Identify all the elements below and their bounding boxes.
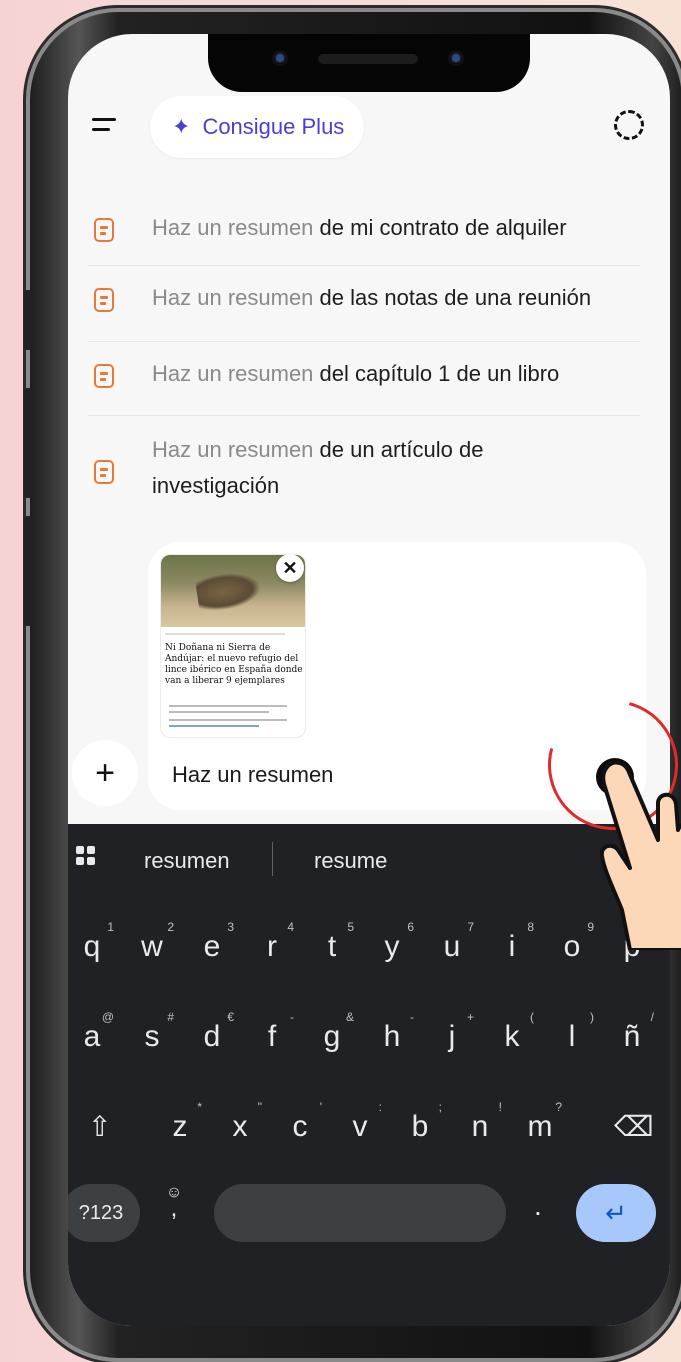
enter-key-icon[interactable]: ↵: [576, 1184, 656, 1242]
key-x[interactable]: x ": [216, 1100, 264, 1144]
suggestion-prefix: Haz un resumen: [152, 361, 314, 386]
volume-down-button: [24, 516, 32, 626]
suggestion-item[interactable]: Haz un resumen de un artículo de investi…: [88, 416, 640, 526]
key-e[interactable]: e3: [188, 920, 236, 964]
menu-icon[interactable]: [82, 104, 126, 148]
key-t[interactable]: t5: [308, 920, 356, 964]
suggestion-item[interactable]: Haz un resumen de mi contrato de alquile…: [88, 202, 640, 266]
comma-emoji-key[interactable]: ☺ ,: [154, 1184, 194, 1222]
suggestion-prefix: Haz un resumen: [152, 285, 314, 310]
remove-attachment-icon[interactable]: ✕: [276, 554, 304, 582]
key-b[interactable]: b;: [396, 1100, 444, 1144]
volume-up-button: [24, 388, 32, 498]
article-link-line: [169, 725, 259, 727]
article-bullet: [169, 705, 287, 707]
silent-switch: [24, 290, 32, 350]
suggestion-prefix: Haz un resumen: [152, 437, 314, 462]
key-q[interactable]: q1: [68, 920, 116, 964]
phone-screen: ✦ Consigue Plus Haz un resumen de mi con…: [68, 34, 670, 1326]
key-z[interactable]: z *: [156, 1100, 204, 1144]
key-v[interactable]: v:: [336, 1100, 384, 1144]
key-y[interactable]: y6: [368, 920, 416, 964]
suggestion-rest: de un artículo de: [319, 437, 484, 462]
suggestion-text: Haz un resumen de un artículo de investi…: [152, 432, 483, 504]
key-l[interactable]: l): [548, 1010, 596, 1054]
shift-icon[interactable]: ⇧: [88, 1110, 111, 1143]
suggestion-rest: de mi contrato de alquiler: [319, 215, 567, 240]
backspace-icon[interactable]: ⌫: [614, 1110, 654, 1143]
notch: [208, 34, 530, 92]
key-k[interactable]: k(: [488, 1010, 536, 1054]
key-s[interactable]: s #: [128, 1010, 176, 1054]
suggestion-item[interactable]: Haz un resumen del capítulo 1 de un libr…: [88, 342, 640, 416]
article-meta-line: [165, 633, 285, 635]
keyboard: resumen resume q1w2e3r4t5y6u7i8o9p0 a@s#…: [68, 824, 670, 1326]
suggestion-rest-line2: investigación: [152, 473, 280, 498]
suggestion-rest: de las notas de una reunión: [319, 285, 592, 310]
camera-icon: [272, 50, 288, 66]
suggestion-prefix: Haz un resumen: [152, 215, 314, 240]
suggestion-divider: [272, 842, 273, 876]
key-d[interactable]: d €: [188, 1010, 236, 1054]
comma-label: ,: [170, 1195, 178, 1222]
apps-grid-icon[interactable]: [76, 846, 96, 866]
document-icon: [94, 460, 114, 484]
keyboard-suggestion[interactable]: resume: [314, 848, 387, 874]
sparkle-icon: ✦: [172, 114, 191, 139]
suggestion-rest: del capítulo 1 de un libro: [319, 361, 560, 386]
article-bullet: [169, 719, 287, 721]
key-n[interactable]: n!: [456, 1100, 504, 1144]
attachment-thumbnail[interactable]: Ni Doñana ni Sierra de Andújar: el nuevo…: [160, 554, 306, 738]
key-j[interactable]: j +: [428, 1010, 476, 1054]
add-plus-icon[interactable]: +: [72, 740, 138, 806]
article-headline: Ni Doñana ni Sierra de Andújar: el nuevo…: [165, 643, 303, 686]
key-w[interactable]: w2: [128, 920, 176, 964]
key-o[interactable]: o9: [548, 920, 596, 964]
key-c[interactable]: c ': [276, 1100, 324, 1144]
key-u[interactable]: u7: [428, 920, 476, 964]
key-m[interactable]: m?: [516, 1100, 564, 1144]
article-bullet: [169, 711, 269, 713]
key-f[interactable]: f-: [248, 1010, 296, 1054]
keyboard-suggestion-bar: resumen resume: [68, 824, 670, 900]
keyboard-suggestion[interactable]: resumen: [144, 848, 230, 874]
period-key[interactable]: .: [534, 1190, 542, 1222]
get-plus-button[interactable]: ✦ Consigue Plus: [150, 96, 364, 158]
speaker: [318, 54, 418, 64]
key-a[interactable]: a @: [68, 1010, 116, 1054]
document-icon: [94, 218, 114, 242]
pointing-hand-icon: [600, 760, 681, 950]
symbols-key[interactable]: ?123: [68, 1184, 140, 1242]
top-bar: ✦ Consigue Plus: [68, 94, 670, 160]
space-bar[interactable]: [214, 1184, 506, 1242]
get-plus-label: Consigue Plus: [202, 114, 345, 139]
suggestion-text: Haz un resumen de mi contrato de alquile…: [152, 210, 567, 246]
key-ñ[interactable]: ñ /: [608, 1010, 656, 1054]
document-icon: [94, 364, 114, 388]
key-g[interactable]: g &: [308, 1010, 356, 1054]
suggestion-text: Haz un resumen de las notas de una reuni…: [152, 280, 591, 316]
key-i[interactable]: i8: [488, 920, 536, 964]
sensor-icon: [448, 50, 464, 66]
suggestion-text: Haz un resumen del capítulo 1 de un libr…: [152, 356, 559, 392]
document-icon: [94, 288, 114, 312]
new-chat-icon[interactable]: [614, 110, 644, 140]
suggestion-item[interactable]: Haz un resumen de las notas de una reuni…: [88, 266, 640, 342]
key-h[interactable]: h-: [368, 1010, 416, 1054]
composer-input[interactable]: Haz un resumen: [172, 762, 333, 788]
key-r[interactable]: r4: [248, 920, 296, 964]
